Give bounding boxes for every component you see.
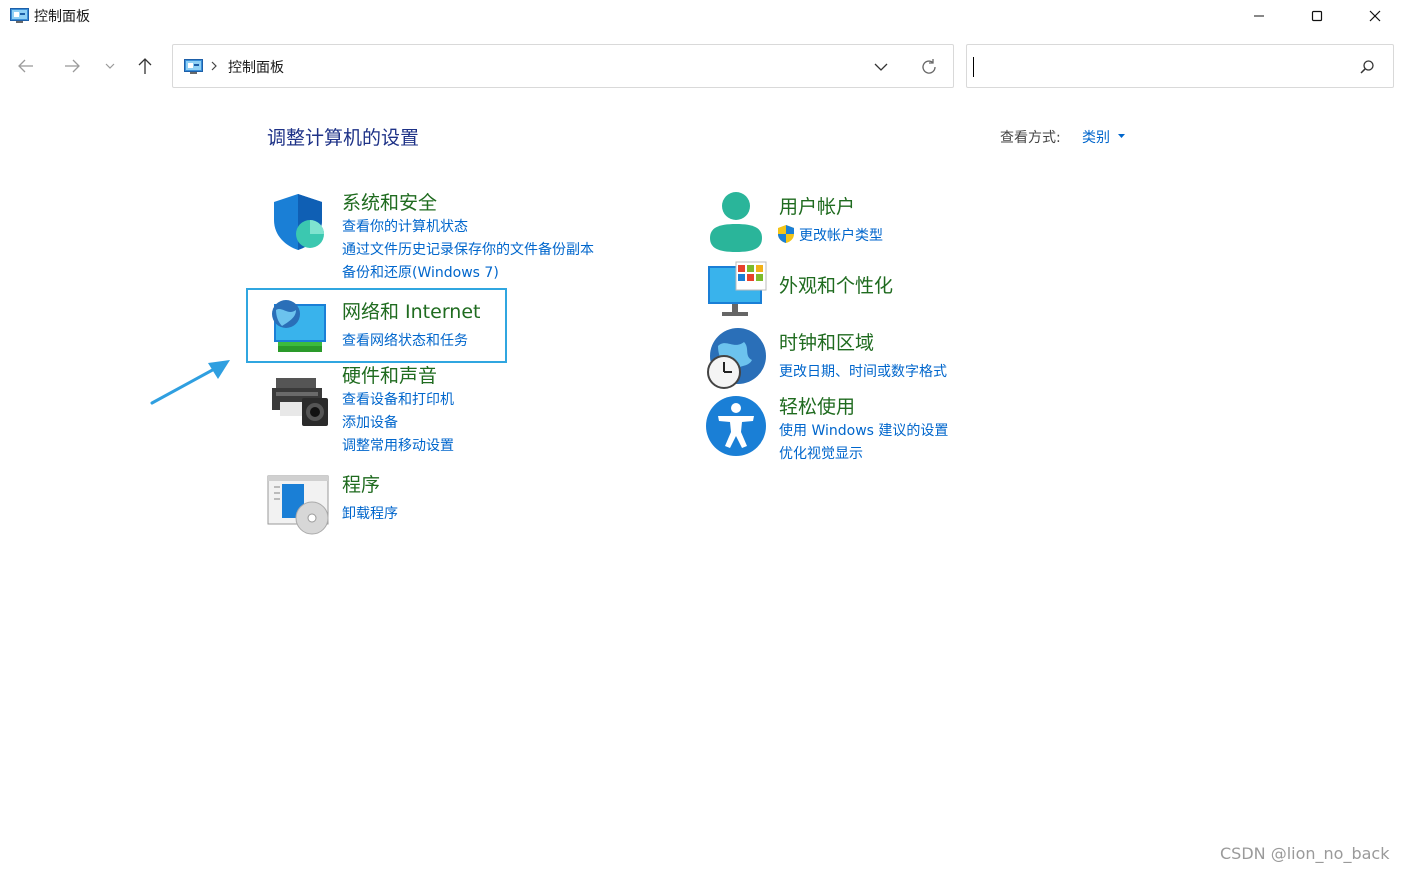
category-user-accounts[interactable]: 用户帐户	[779, 192, 855, 219]
link-change-account-type[interactable]: 更改帐户类型	[799, 225, 883, 245]
address-bar[interactable]: 控制面板	[172, 44, 954, 88]
link-optimize-visual-display[interactable]: 优化视觉显示	[779, 443, 863, 463]
appearance-monitor-icon[interactable]	[704, 260, 768, 324]
network-globe-icon[interactable]	[266, 296, 330, 360]
chevron-down-icon	[874, 63, 888, 71]
back-button[interactable]	[10, 50, 42, 82]
uac-shield-icon	[778, 225, 794, 243]
close-button[interactable]	[1346, 0, 1404, 32]
address-history-button[interactable]	[869, 55, 893, 79]
category-system-security[interactable]: 系统和安全	[342, 188, 437, 215]
watermark-text: CSDN @lion_no_back	[1220, 844, 1390, 863]
minimize-icon	[1254, 15, 1264, 17]
close-icon	[1369, 10, 1381, 22]
view-by-dropdown[interactable]: 类别	[1082, 127, 1110, 147]
search-box[interactable]	[966, 44, 1394, 88]
dropdown-arrow-icon[interactable]	[1117, 133, 1126, 139]
breadcrumb-separator-icon[interactable]	[209, 57, 219, 75]
up-button[interactable]	[129, 50, 161, 82]
category-network-internet[interactable]: 网络和 Internet	[342, 297, 480, 324]
category-clock-region[interactable]: 时钟和区域	[779, 328, 874, 355]
link-backup-restore[interactable]: 备份和还原(Windows 7)	[342, 262, 499, 282]
clock-globe-icon[interactable]	[704, 326, 768, 390]
maximize-icon	[1311, 10, 1323, 22]
search-input[interactable]	[979, 53, 1339, 81]
control-panel-icon	[184, 59, 203, 74]
user-account-icon[interactable]	[704, 190, 768, 254]
shield-icon[interactable]	[266, 190, 330, 254]
control-panel-app-icon	[10, 8, 29, 23]
minimize-button[interactable]	[1230, 0, 1288, 32]
recent-locations-button[interactable]	[94, 50, 126, 82]
link-windows-suggested-settings[interactable]: 使用 Windows 建议的设置	[779, 420, 948, 440]
search-icon	[1360, 60, 1374, 74]
link-uninstall-program[interactable]: 卸载程序	[342, 503, 398, 523]
title-bar: 控制面板	[0, 0, 1404, 32]
breadcrumb-control-panel[interactable]: 控制面板	[228, 57, 284, 77]
printer-icon[interactable]	[266, 368, 330, 432]
link-add-device[interactable]: 添加设备	[342, 412, 398, 432]
category-ease-of-access[interactable]: 轻松使用	[779, 392, 855, 419]
page-title: 调整计算机的设置	[267, 127, 420, 149]
refresh-button[interactable]	[917, 55, 941, 79]
window-title: 控制面板	[34, 9, 90, 25]
category-hardware-sound[interactable]: 硬件和声音	[342, 361, 437, 388]
annotation-arrow-icon	[150, 360, 230, 405]
maximize-button[interactable]	[1288, 0, 1346, 32]
chevron-down-icon	[105, 63, 115, 69]
search-button[interactable]	[1357, 57, 1377, 77]
link-change-date-time-format[interactable]: 更改日期、时间或数字格式	[779, 361, 947, 381]
up-arrow-icon	[138, 58, 152, 74]
link-network-status[interactable]: 查看网络状态和任务	[342, 330, 468, 350]
back-arrow-icon	[18, 59, 33, 73]
link-devices-printers[interactable]: 查看设备和打印机	[342, 389, 454, 409]
refresh-icon	[922, 59, 936, 74]
programs-icon[interactable]	[266, 474, 330, 538]
forward-arrow-icon	[65, 59, 80, 73]
forward-button[interactable]	[56, 50, 88, 82]
link-file-history-backup[interactable]: 通过文件历史记录保存你的文件备份副本	[342, 239, 594, 259]
text-caret	[973, 57, 974, 77]
category-appearance-personalization[interactable]: 外观和个性化	[779, 271, 893, 298]
category-programs[interactable]: 程序	[342, 470, 380, 497]
accessibility-icon[interactable]	[704, 394, 768, 458]
link-mobility-settings[interactable]: 调整常用移动设置	[342, 435, 454, 455]
view-by-label: 查看方式:	[1000, 130, 1061, 146]
link-view-computer-status[interactable]: 查看你的计算机状态	[342, 216, 468, 236]
